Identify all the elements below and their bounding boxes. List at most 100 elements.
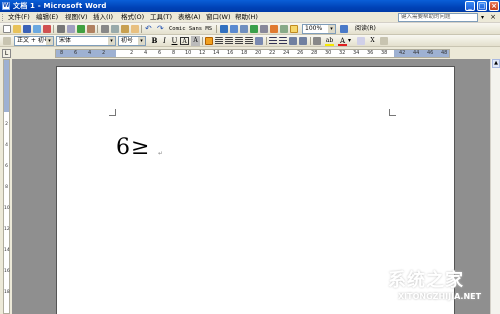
menu-insert[interactable]: 插入(I): [93, 13, 113, 22]
ruler-tick-label: 12: [199, 50, 206, 56]
vertical-ruler-track[interactable]: 2 4 6 8 10 12 14 16 18: [3, 59, 10, 314]
toolbar-separator: [141, 25, 142, 33]
menu-table[interactable]: 表格(A): [178, 13, 201, 22]
enclose-characters-icon[interactable]: [357, 37, 365, 45]
chevron-down-icon[interactable]: ▾: [138, 37, 145, 45]
ruler-tick-label: 30: [325, 50, 332, 56]
new-document-icon[interactable]: [3, 25, 11, 33]
research-icon[interactable]: [87, 25, 95, 33]
menu-view[interactable]: 视图(V): [65, 13, 88, 22]
bold-button[interactable]: B: [150, 36, 159, 46]
line-spacing-icon[interactable]: [255, 37, 263, 45]
minimize-button[interactable]: _: [465, 1, 475, 11]
vruler-tick-label: 10: [4, 206, 10, 211]
print-icon[interactable]: [57, 25, 65, 33]
print-preview-icon[interactable]: [67, 25, 75, 33]
copy-icon[interactable]: [111, 25, 119, 33]
chevron-down-icon[interactable]: ▾: [328, 25, 335, 33]
menu-format[interactable]: 格式(O): [121, 13, 144, 22]
character-shading-button[interactable]: A: [191, 36, 200, 46]
email-icon[interactable]: [43, 25, 51, 33]
justify-icon[interactable]: [235, 37, 243, 45]
spelling-icon[interactable]: [77, 25, 85, 33]
vruler-tick-label: 12: [4, 227, 10, 232]
menu-window[interactable]: 窗口(W): [206, 13, 231, 22]
ruler-tick-label: 6: [158, 50, 162, 56]
font-size-value: 初号: [121, 37, 134, 44]
paste-icon[interactable]: [121, 25, 129, 33]
insert-excel-icon[interactable]: [250, 25, 258, 33]
align-right-icon[interactable]: [225, 37, 233, 45]
scroll-up-icon[interactable]: ▲: [492, 59, 500, 68]
columns-icon[interactable]: [260, 25, 268, 33]
chevron-down-icon[interactable]: ▾: [46, 37, 53, 45]
align-center-icon[interactable]: [215, 37, 223, 45]
menu-bar: 文件(F) 编辑(E) 视图(V) 插入(I) 格式(O) 工具(T) 表格(A…: [0, 12, 500, 23]
vruler-tick-label: 2: [5, 122, 8, 127]
menubar-grip[interactable]: [2, 14, 4, 21]
style-select[interactable]: 正文 + 初号 ▾: [14, 36, 54, 46]
align-left-icon[interactable]: [205, 37, 213, 45]
vruler-tick-label: 18: [4, 290, 10, 295]
help-dropdown-icon[interactable]: ▾: [479, 13, 486, 22]
ruler-tick-label: 10: [185, 50, 192, 56]
ruler-tick-label: 16: [227, 50, 234, 56]
ruler-tick-label: 24: [283, 50, 290, 56]
document-body-text[interactable]: 6≥: [116, 135, 150, 161]
vruler-tick-label: 6: [5, 164, 8, 169]
toolbar-options-icon[interactable]: [380, 37, 388, 45]
highlight-button[interactable]: ab: [325, 36, 334, 46]
redo-icon[interactable]: ↷: [157, 25, 165, 33]
insert-table-icon[interactable]: [240, 25, 248, 33]
window-title: 文档 1 - Microsoft Word: [13, 2, 107, 10]
menu-help[interactable]: 帮助(H): [235, 13, 258, 22]
character-border-button[interactable]: A: [180, 37, 189, 45]
close-document-icon[interactable]: ×: [489, 13, 497, 22]
format-painter-icon[interactable]: [131, 25, 139, 33]
italic-button[interactable]: I: [160, 36, 169, 46]
superscript-button[interactable]: X: [368, 36, 377, 46]
document-map-icon[interactable]: [280, 25, 288, 33]
word-app-icon[interactable]: W: [2, 2, 10, 10]
drawing-icon[interactable]: [270, 25, 278, 33]
ruler-tick-label: 36: [367, 50, 374, 56]
undo-icon[interactable]: ↶: [145, 25, 153, 33]
font-color-button[interactable]: A: [338, 36, 347, 46]
zoom-value: 100%: [305, 25, 323, 32]
menu-edit[interactable]: 编辑(E): [36, 13, 58, 22]
numbering-icon[interactable]: [269, 37, 277, 45]
zoom-select[interactable]: 100% ▾: [302, 24, 336, 34]
outside-border-icon[interactable]: [313, 37, 321, 45]
permission-icon[interactable]: [33, 25, 41, 33]
tables-borders-icon[interactable]: [230, 25, 238, 33]
chevron-down-icon[interactable]: ▾: [348, 37, 351, 45]
menu-file[interactable]: 文件(F): [8, 13, 30, 22]
styles-pane-icon[interactable]: [3, 37, 11, 45]
menu-tools[interactable]: 工具(T): [150, 13, 172, 22]
font-select[interactable]: 宋体 ▾: [56, 36, 116, 46]
chevron-down-icon[interactable]: ▾: [108, 37, 115, 45]
font-size-select[interactable]: 初号 ▾: [118, 36, 146, 46]
watermark-url: XITONGZHIJIA.NET: [398, 292, 482, 301]
save-icon[interactable]: [23, 25, 31, 33]
help-icon[interactable]: [340, 25, 348, 33]
ruler-tick-label: 8: [172, 50, 176, 56]
read-mode-button[interactable]: 阅读(R): [355, 25, 376, 33]
cut-icon[interactable]: [101, 25, 109, 33]
close-button[interactable]: ×: [489, 1, 499, 11]
underline-button[interactable]: U: [170, 36, 179, 46]
font-value: 宋体: [59, 37, 72, 44]
tab-selector[interactable]: L: [2, 49, 11, 58]
font-name-preview[interactable]: Comic Sans MS: [169, 25, 212, 33]
bullets-icon[interactable]: [279, 37, 287, 45]
show-hide-icon[interactable]: [290, 25, 298, 33]
increase-indent-icon[interactable]: [299, 37, 307, 45]
distributed-icon[interactable]: [245, 37, 253, 45]
maximize-button[interactable]: □: [477, 1, 487, 11]
open-folder-icon[interactable]: [13, 25, 21, 33]
toolbar-separator: [216, 25, 217, 33]
decrease-indent-icon[interactable]: [289, 37, 297, 45]
help-search-input[interactable]: 键入需要帮助的问题: [398, 13, 478, 22]
hyperlink-icon[interactable]: [220, 25, 228, 33]
ruler-track[interactable]: 8 6 4 2 2 4 6 8 10 12 14 16 18 20 22 24 …: [55, 49, 450, 58]
